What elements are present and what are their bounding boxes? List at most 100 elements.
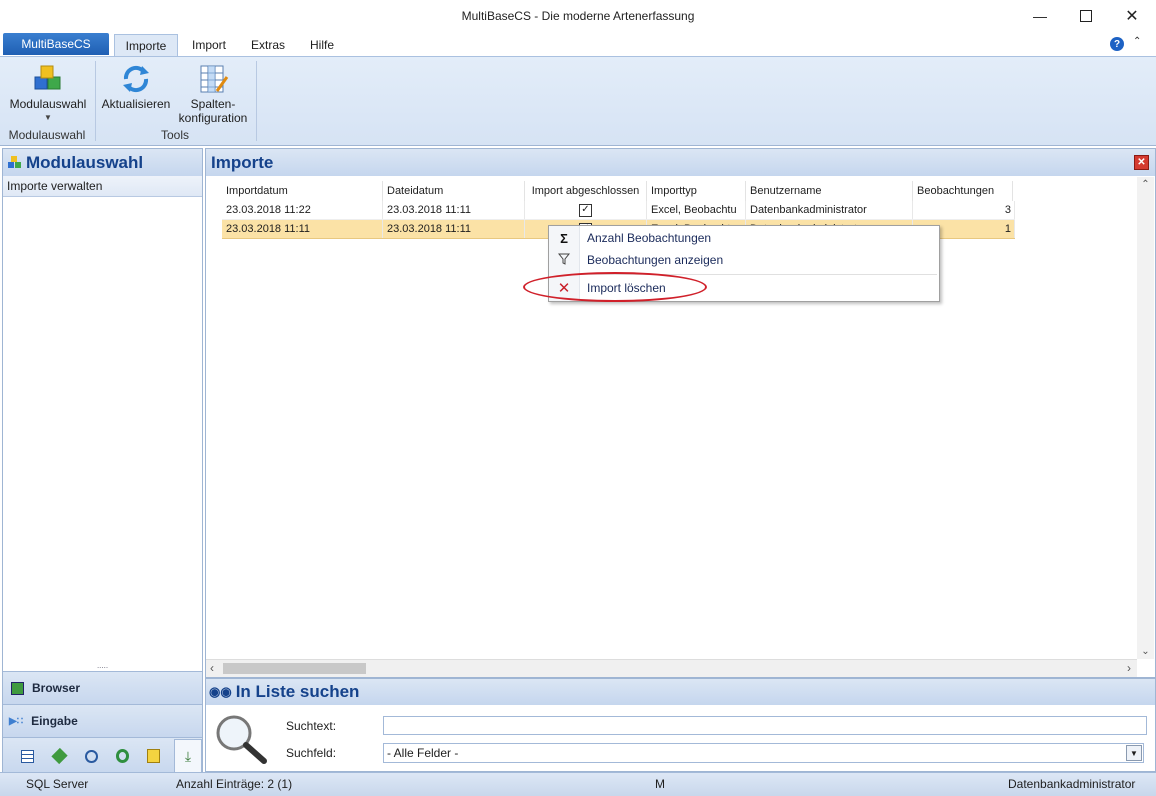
scroll-right-icon[interactable]: › bbox=[1127, 661, 1131, 675]
spalten-label-1: Spalten- bbox=[190, 97, 236, 111]
cell-abgeschlossen: ✓ bbox=[525, 201, 647, 219]
cell-importdatum: 23.03.2018 11:22 bbox=[222, 201, 383, 219]
window-title: MultiBaseCS - Die moderne Artenerfassung bbox=[461, 9, 695, 23]
horizontal-scrollbar[interactable]: ‹ › bbox=[206, 659, 1137, 677]
menu-item-label: Anzahl Beobachtungen bbox=[587, 231, 712, 245]
scrollbar-thumb[interactable] bbox=[223, 663, 366, 674]
left-panel-title: Modulauswahl bbox=[26, 152, 144, 172]
checkbox-checked[interactable]: ✓ bbox=[579, 203, 592, 217]
search-header: ◉◉ In Liste suchen bbox=[206, 679, 1155, 705]
importe-title: Importe bbox=[211, 152, 274, 172]
refresh-icon bbox=[123, 65, 149, 93]
tab-hilfe[interactable]: Hilfe bbox=[302, 34, 342, 56]
status-count: Anzahl Einträge: 2 (1) bbox=[176, 777, 293, 791]
scroll-down-icon[interactable]: ⌄ bbox=[1137, 646, 1154, 657]
col-abgeschlossen[interactable]: Import abgeschlossen bbox=[525, 181, 647, 201]
suchtext-input[interactable] bbox=[383, 716, 1147, 735]
col-dateidatum[interactable]: Dateidatum bbox=[383, 181, 525, 201]
close-icon: ✕ bbox=[1125, 8, 1139, 25]
ribbon-separator bbox=[95, 61, 96, 141]
nav-eingabe-label: Eingabe bbox=[31, 714, 78, 728]
collapse-ribbon-icon[interactable]: ⌃ bbox=[1133, 36, 1141, 47]
search-panel: ◉◉ In Liste suchen Suchtext: Suchfeld: -… bbox=[205, 678, 1156, 772]
aktualisieren-label: Aktualisieren bbox=[101, 97, 171, 111]
filter-icon bbox=[549, 253, 579, 268]
spalten-label-2: konfiguration bbox=[178, 111, 248, 125]
status-server: SQL Server bbox=[26, 777, 89, 791]
menu-item-beobachtungen-anzeigen[interactable]: Beobachtungen anzeigen bbox=[549, 249, 937, 271]
search-title: In Liste suchen bbox=[235, 682, 360, 701]
importe-header: Importe ✕ bbox=[206, 149, 1155, 176]
note-icon[interactable] bbox=[146, 749, 161, 763]
scroll-up-icon[interactable]: ⌃ bbox=[1137, 179, 1154, 190]
cell-dateidatum: 23.03.2018 11:11 bbox=[383, 220, 525, 238]
binoculars-icon: ◉◉ bbox=[209, 684, 232, 699]
col-benutzername[interactable]: Benutzername bbox=[746, 181, 913, 201]
left-panel: Modulauswahl Importe verwalten ..... Bro… bbox=[2, 148, 203, 774]
col-importdatum[interactable]: Importdatum bbox=[222, 181, 383, 201]
sigma-icon: Σ bbox=[560, 230, 568, 246]
splitter-grip[interactable]: ..... bbox=[3, 662, 202, 671]
table-icon[interactable] bbox=[21, 749, 35, 763]
grid-header-row: Importdatum Dateidatum Import abgeschlos… bbox=[222, 181, 1016, 201]
maximize-button[interactable] bbox=[1063, 0, 1109, 32]
nav-icon-bar: ⤓ bbox=[3, 737, 202, 774]
cell-benutzer: Datenbankadministrator bbox=[746, 201, 913, 219]
table-row[interactable]: 23.03.2018 11:22 23.03.2018 11:11 ✓ Exce… bbox=[222, 201, 1015, 220]
title-bar: MultiBaseCS - Die moderne Artenerfassung… bbox=[0, 0, 1156, 32]
browser-icon bbox=[11, 681, 24, 695]
tab-import[interactable]: Import bbox=[184, 34, 234, 56]
magnifier-icon bbox=[216, 715, 267, 764]
cell-importtyp: Excel, Beobachtu bbox=[647, 201, 746, 219]
scroll-left-icon[interactable]: ‹ bbox=[210, 661, 214, 675]
ribbon-separator bbox=[256, 61, 257, 141]
suchfeld-label: Suchfeld: bbox=[286, 746, 337, 760]
help-icon[interactable]: ? bbox=[1110, 37, 1124, 51]
nav-browser[interactable]: Browser bbox=[3, 671, 202, 704]
status-user: Datenbankadministrator bbox=[1008, 777, 1136, 791]
status-mid: M bbox=[655, 777, 665, 791]
cell-beobachtungen: 3 bbox=[913, 201, 1015, 219]
close-panel-icon[interactable]: ✕ bbox=[1134, 155, 1149, 170]
chevron-down-icon[interactable]: ▼ bbox=[1126, 745, 1142, 761]
suchtext-label: Suchtext: bbox=[286, 719, 337, 733]
nav-eingabe[interactable]: ▶∷ Eingabe bbox=[3, 704, 202, 737]
app-menu-tab[interactable]: MultiBaseCS bbox=[3, 33, 109, 55]
menu-item-anzahl-beobachtungen[interactable]: Σ Anzahl Beobachtungen bbox=[549, 227, 937, 249]
cell-dateidatum: 23.03.2018 11:11 bbox=[383, 201, 525, 219]
suchfeld-value: - Alle Felder - bbox=[387, 746, 459, 760]
modulauswahl-button[interactable]: Modulauswahl ▼ bbox=[4, 63, 92, 125]
map-icon[interactable] bbox=[51, 747, 68, 765]
nav-browser-label: Browser bbox=[32, 681, 81, 695]
ribbon-tab-row: MultiBaseCS Importe Import Extras Hilfe … bbox=[0, 32, 1156, 57]
suchfeld-select[interactable]: - Alle Felder - ▼ bbox=[383, 743, 1144, 763]
eingabe-icon: ▶∷ bbox=[9, 715, 24, 727]
cell-importdatum: 23.03.2018 11:11 bbox=[222, 220, 383, 238]
maximize-icon bbox=[1080, 10, 1092, 22]
list-item-importe-verwalten[interactable]: Importe verwalten bbox=[3, 176, 202, 197]
tab-extras[interactable]: Extras bbox=[246, 34, 290, 56]
dropdown-arrow-icon: ▼ bbox=[44, 113, 52, 122]
aktualisieren-button[interactable]: Aktualisieren bbox=[100, 63, 172, 111]
group-label-modulauswahl: Modulauswahl bbox=[8, 128, 86, 142]
modules-icon bbox=[8, 155, 21, 168]
col-importtyp[interactable]: Importtyp bbox=[647, 181, 746, 201]
modulauswahl-label: Modulauswahl bbox=[9, 97, 87, 111]
left-panel-header: Modulauswahl bbox=[3, 149, 202, 176]
close-button[interactable]: ✕ bbox=[1109, 0, 1155, 32]
menu-item-label: Beobachtungen anzeigen bbox=[587, 253, 724, 267]
column-config-icon bbox=[200, 65, 229, 93]
col-beobachtungen[interactable]: Beobachtungen bbox=[913, 181, 1013, 201]
status-bar: SQL Server Anzahl Einträge: 2 (1) M Date… bbox=[0, 772, 1156, 796]
minimize-icon: — bbox=[1033, 8, 1047, 24]
search-globe-icon[interactable] bbox=[115, 749, 129, 763]
highlight-ellipse bbox=[523, 272, 707, 302]
tab-importe[interactable]: Importe bbox=[114, 34, 178, 57]
modules-icon bbox=[34, 65, 61, 90]
ribbon: Modulauswahl ▼ Modulauswahl Aktualisiere… bbox=[0, 56, 1156, 146]
globe-icon[interactable] bbox=[85, 749, 98, 763]
spaltenkonfiguration-button[interactable]: Spalten- konfiguration bbox=[174, 63, 252, 125]
vertical-scrollbar[interactable]: ⌃ ⌄ bbox=[1137, 177, 1154, 659]
import-icon[interactable]: ⤓ bbox=[174, 739, 202, 773]
minimize-button[interactable]: — bbox=[1017, 0, 1063, 32]
